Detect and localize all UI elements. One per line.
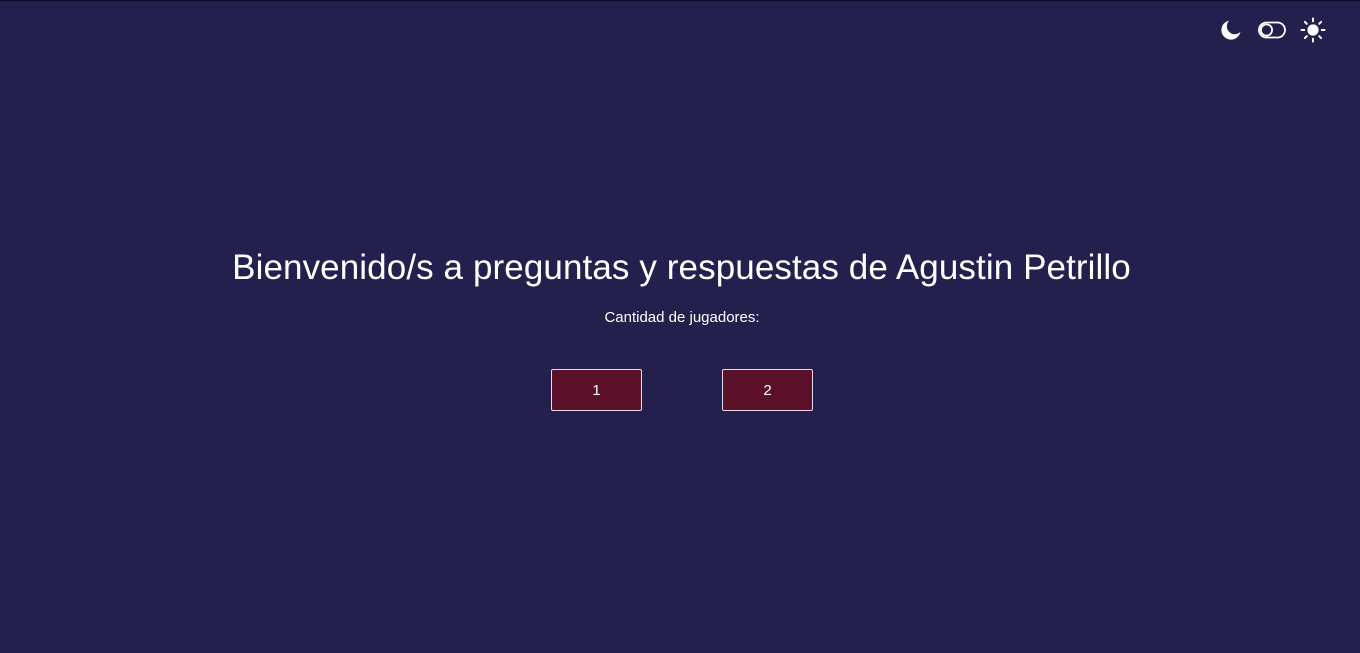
- players-count-label: Cantidad de jugadores:: [604, 309, 760, 326]
- page-title: Bienvenido/s a preguntas y respuestas de…: [232, 248, 1131, 287]
- theme-toggle-icon[interactable]: [1258, 21, 1286, 39]
- two-players-button[interactable]: 2: [722, 369, 813, 411]
- sun-icon[interactable]: [1300, 17, 1326, 43]
- window-top-border: [0, 0, 1360, 1]
- one-player-button[interactable]: 1: [551, 369, 642, 411]
- theme-controls: [1219, 17, 1326, 43]
- moon-icon[interactable]: [1219, 18, 1243, 42]
